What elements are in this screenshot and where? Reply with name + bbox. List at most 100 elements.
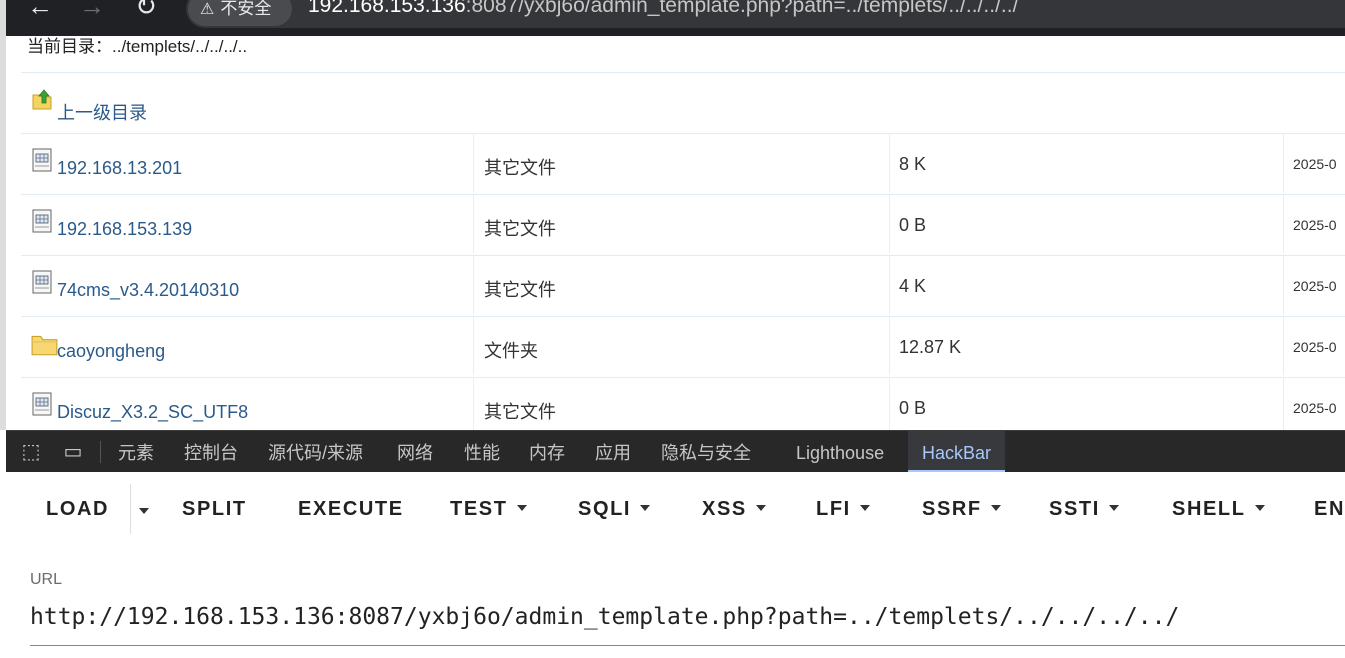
hackbar-button-shell[interactable]: SHELL: [1172, 498, 1265, 521]
file-date: 2025-0: [1293, 217, 1337, 233]
toolbar-divider: [100, 441, 101, 463]
hackbar-button-execute[interactable]: EXECUTE: [298, 498, 404, 521]
size-cell: 4 K: [893, 256, 1284, 314]
address-url[interactable]: 192.168.153.136:8087/yxbj6o/admin_templa…: [308, 0, 1018, 26]
hackbar-button-ssrf[interactable]: SSRF: [922, 498, 1001, 521]
dropdown-caret-icon: [990, 504, 1001, 511]
hackbar-button-ssti[interactable]: SSTI: [1049, 498, 1119, 521]
load-split-divider: [130, 484, 131, 534]
inspect-element-icon[interactable]: ⬚: [18, 440, 44, 464]
hackbar-button-label: XSS: [702, 498, 747, 520]
hackbar-button-test[interactable]: TEST: [450, 498, 527, 521]
devtools-tab[interactable]: 应用: [595, 431, 631, 473]
load-dropdown-caret-icon[interactable]: [139, 508, 149, 514]
url-path: :8087/yxbj6o/admin_template.php?path=../…: [465, 0, 1019, 17]
size-cell: 12.87 K: [893, 317, 1284, 375]
file-icon: [31, 392, 53, 416]
hackbar-button-load[interactable]: LOAD: [46, 498, 109, 521]
url-input[interactable]: http://192.168.153.136:8087/yxbj6o/admin…: [30, 604, 1179, 630]
reload-icon[interactable]: ↻: [128, 0, 164, 24]
back-arrow-icon[interactable]: ←: [22, 0, 58, 24]
file-type: 其它文件: [484, 402, 556, 422]
hackbar-button-label: EXECUTE: [298, 498, 404, 520]
size-cell: 0 B: [893, 195, 1284, 253]
file-row[interactable]: Discuz_X3.2_SC_UTF8 其它文件 0 B 2025-0: [21, 377, 1345, 430]
date-cell: 2025-0: [1287, 378, 1345, 430]
file-type: 其它文件: [484, 158, 556, 178]
hackbar-button-label: SHELL: [1172, 498, 1246, 520]
file-name-link[interactable]: 192.168.13.201: [57, 158, 182, 179]
file-type: 文件夹: [484, 341, 538, 361]
devtools-tab[interactable]: HackBar: [908, 431, 1006, 473]
file-icon: [31, 209, 53, 233]
name-cell: caoyongheng: [21, 317, 474, 375]
hackbar-button-lfi[interactable]: LFI: [816, 498, 870, 521]
devtools-tab[interactable]: 隐私与安全: [661, 431, 751, 473]
date-cell: 2025-0: [1287, 134, 1345, 192]
insecure-label: 不安全: [220, 0, 272, 18]
file-date: 2025-0: [1293, 156, 1337, 172]
type-cell: 其它文件: [477, 378, 890, 430]
file-row[interactable]: 192.168.153.139 其它文件 0 B 2025-0: [21, 194, 1345, 255]
devtools-tab[interactable]: 性能: [464, 431, 500, 473]
date-cell: 2025-0: [1287, 256, 1345, 314]
dropdown-caret-icon: [1254, 504, 1265, 511]
hackbar-button-sqli[interactable]: SQLI: [578, 498, 651, 521]
browser-toolbar: ← → ↻ ⚠ 不安全 192.168.153.136:8087/yxbj6o/a…: [0, 0, 1345, 36]
hackbar-button-label: SSTI: [1049, 498, 1100, 520]
folder-icon: [31, 331, 58, 356]
security-chip[interactable]: ⚠ 不安全: [188, 0, 292, 26]
size-cell: 8 K: [893, 134, 1284, 192]
dropdown-caret-icon: [516, 504, 527, 511]
hackbar-button-split[interactable]: SPLIT: [182, 498, 247, 521]
dropdown-caret-icon: [755, 504, 766, 511]
file-row[interactable]: 192.168.13.201 其它文件 8 K 2025-0: [21, 133, 1345, 194]
device-toolbar-icon[interactable]: ▭: [60, 440, 86, 464]
devtools-tab[interactable]: 网络: [397, 431, 433, 473]
date-cell: 2025-0: [1287, 195, 1345, 253]
file-name-link[interactable]: caoyongheng: [57, 341, 165, 362]
devtools-tab[interactable]: 内存: [529, 431, 565, 473]
file-size: 4 K: [899, 276, 927, 296]
file-row[interactable]: caoyongheng 文件夹 12.87 K 2025-0: [21, 316, 1345, 377]
devtools-tab-bar: ⬚ ▭ 元素 控制台 源代码/来源 网络 性能 内存 应用 隐私与安全 Lighthouse Ha…: [6, 430, 1345, 473]
dropdown-caret-icon: [640, 504, 651, 511]
file-name-link[interactable]: 192.168.153.139: [57, 219, 192, 240]
hackbar-button-en[interactable]: EN: [1314, 498, 1345, 521]
forward-arrow-icon[interactable]: →: [74, 0, 110, 24]
url-label: URL: [30, 571, 63, 588]
devtools-tab[interactable]: Lighthouse: [796, 431, 884, 473]
parent-dir-row[interactable]: 上一级目录: [21, 72, 1345, 133]
file-date: 2025-0: [1293, 278, 1337, 294]
hackbar-button-label: SQLI: [578, 498, 632, 520]
url-host: 192.168.153.136: [308, 0, 466, 17]
file-name-link[interactable]: 74cms_v3.4.20140310: [57, 280, 239, 301]
size-cell: 0 B: [893, 378, 1284, 430]
file-manager-page: 当前目录：../templets/../../../.. 上一级目录 192.1…: [6, 36, 1345, 430]
file-type: 其它文件: [484, 280, 556, 300]
parent-dir-link[interactable]: 上一级目录: [57, 99, 147, 125]
type-cell: 文件夹: [477, 317, 890, 375]
address-bar[interactable]: ⚠ 不安全 192.168.153.136:8087/yxbj6o/admin_t…: [186, 0, 1345, 28]
hackbar-panel: LOAD SPLIT EXECUTE TEST SQLI XSS LFI SSRF SSTI SH…: [6, 472, 1345, 658]
type-cell: 其它文件: [477, 256, 890, 314]
file-size: 8 K: [899, 154, 927, 174]
devtools-tab[interactable]: 源代码/来源: [268, 431, 363, 473]
dropdown-caret-icon: [859, 504, 870, 511]
date-cell: 2025-0: [1287, 317, 1345, 375]
hackbar-button-label: SSRF: [922, 498, 982, 520]
current-directory: 当前目录：../templets/../../../..: [27, 37, 248, 56]
hackbar-button-label: TEST: [450, 498, 508, 520]
warning-triangle-icon: ⚠: [200, 1, 215, 18]
file-size: 0 B: [899, 215, 927, 235]
file-row[interactable]: 74cms_v3.4.20140310 其它文件 4 K 2025-0: [21, 255, 1345, 316]
hackbar-button-label: LOAD: [46, 498, 110, 520]
file-name-link[interactable]: Discuz_X3.2_SC_UTF8: [57, 402, 248, 423]
url-input-underline: [30, 645, 1345, 646]
dropdown-caret-icon: [1108, 504, 1119, 511]
devtools-tab[interactable]: 元素: [118, 431, 154, 473]
devtools-tab[interactable]: 控制台: [184, 431, 238, 473]
hackbar-button-xss[interactable]: XSS: [702, 498, 766, 521]
name-cell: 192.168.153.139: [21, 195, 474, 253]
name-cell: Discuz_X3.2_SC_UTF8: [21, 378, 474, 430]
